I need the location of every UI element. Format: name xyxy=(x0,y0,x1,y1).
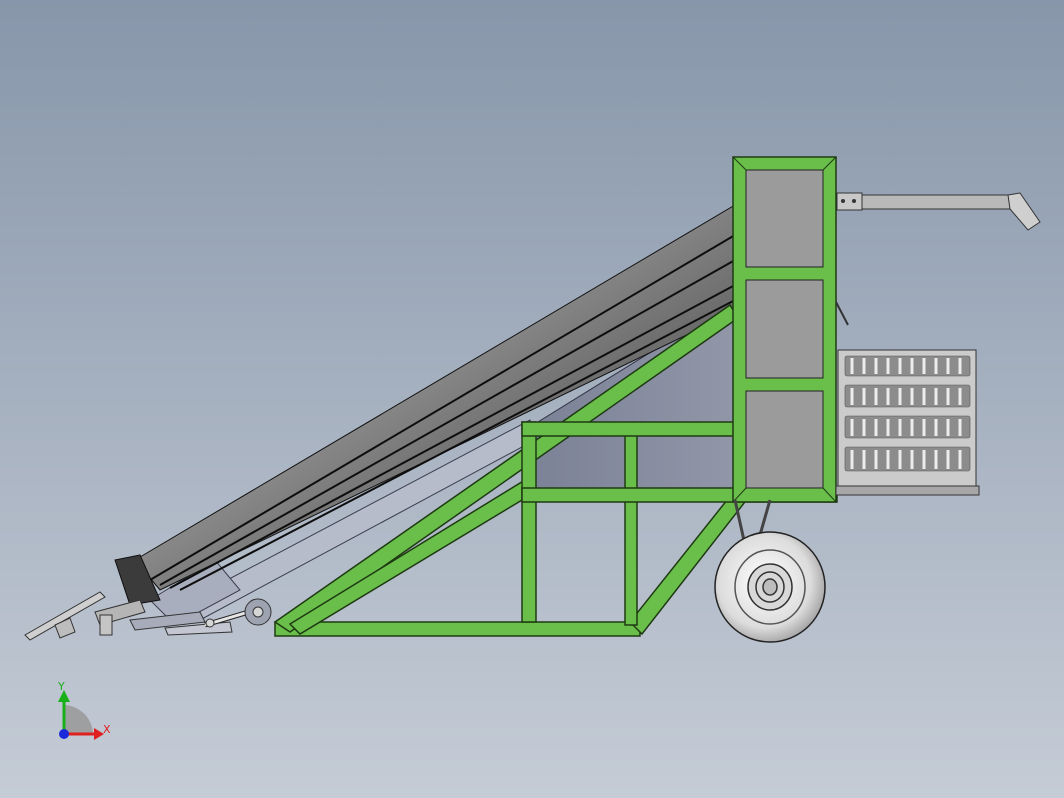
frame-post-left xyxy=(521,421,537,623)
wheel xyxy=(714,499,826,643)
hopper-panels xyxy=(732,156,837,503)
frame-box-top xyxy=(521,421,738,437)
hopper-panel-mid xyxy=(745,279,824,379)
z-axis-point xyxy=(59,729,69,739)
cad-viewport[interactable]: Y X xyxy=(0,0,1064,798)
x-axis-label: X xyxy=(103,723,111,736)
y-axis-label: Y xyxy=(57,680,65,693)
conveyor-cart-model: Y X xyxy=(24,156,1041,740)
frame-bottom-rail xyxy=(274,621,641,637)
coordinate-triad-icon: Y X xyxy=(57,680,111,740)
hopper-panel-top xyxy=(745,169,824,268)
frame-post-mid xyxy=(624,434,638,626)
tow-handle xyxy=(836,192,1041,231)
latch-rod xyxy=(835,301,849,326)
vented-crate xyxy=(835,349,980,496)
hopper-panel-bottom xyxy=(745,390,824,489)
